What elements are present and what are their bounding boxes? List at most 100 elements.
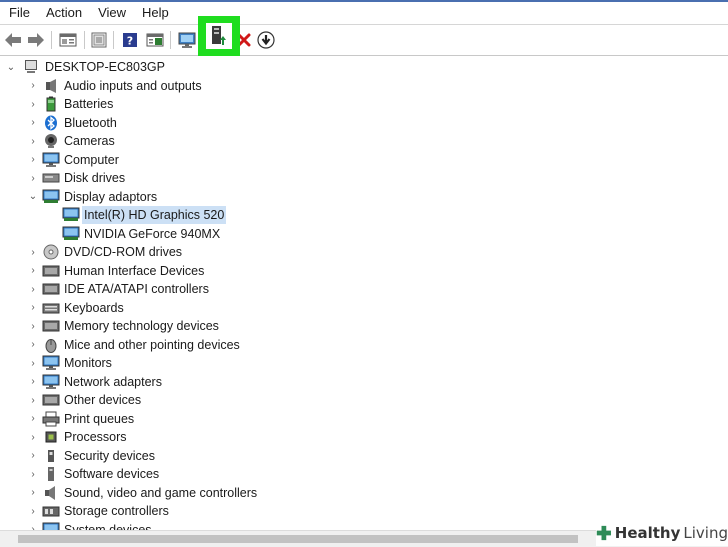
show-hide-console-icon[interactable] bbox=[89, 25, 109, 55]
tree-root-row[interactable]: ⌄ DESKTOP-EC803GP bbox=[0, 58, 728, 76]
tree-category-print-queues[interactable]: › Print queues bbox=[0, 410, 728, 428]
tree-device-label: Intel(R) HD Graphics 520 bbox=[82, 206, 227, 224]
expand-chevron-icon[interactable]: › bbox=[28, 262, 38, 280]
expand-chevron-icon[interactable]: › bbox=[28, 169, 38, 187]
expand-chevron-icon[interactable]: › bbox=[28, 484, 38, 502]
tree-category-computer[interactable]: › Computer bbox=[0, 151, 728, 169]
collapse-chevron-icon[interactable]: ⌄ bbox=[6, 58, 16, 76]
tree-category-storage-controllers[interactable]: › Storage controllers bbox=[0, 502, 728, 520]
expand-chevron-icon[interactable]: › bbox=[28, 502, 38, 520]
update-driver-icon[interactable] bbox=[206, 23, 232, 49]
action-pane-icon[interactable] bbox=[144, 25, 166, 55]
expand-chevron-icon[interactable]: › bbox=[28, 95, 38, 113]
tree-category-network-adapters[interactable]: › Network adapters bbox=[0, 373, 728, 391]
tree-category-cameras[interactable]: › Cameras bbox=[0, 132, 728, 150]
tree-category-label: Other devices bbox=[64, 393, 142, 407]
tree-category-memory-technology-devices[interactable]: › Memory technology devices bbox=[0, 317, 728, 335]
display-adapter-icon bbox=[62, 225, 80, 243]
computer-icon bbox=[42, 151, 60, 169]
tree-category-bluetooth[interactable]: › Bluetooth bbox=[0, 114, 728, 132]
tree-category-dvd-cd-rom-drives[interactable]: › DVD/CD-ROM drives bbox=[0, 243, 728, 261]
tree-category-label: Cameras bbox=[64, 134, 115, 148]
tree-category-label: Software devices bbox=[64, 467, 160, 481]
keyboard-icon bbox=[42, 299, 60, 317]
expand-chevron-icon[interactable]: › bbox=[28, 521, 38, 530]
forward-arrow-icon[interactable] bbox=[26, 25, 46, 55]
display-adapter-icon bbox=[42, 188, 60, 206]
tree-category-software-devices[interactable]: › Software devices bbox=[0, 465, 728, 483]
tree-category-keyboards[interactable]: › Keyboards bbox=[0, 299, 728, 317]
properties-icon[interactable] bbox=[57, 25, 79, 55]
tree-category-audio-inputs-and-outputs[interactable]: › Audio inputs and outputs bbox=[0, 77, 728, 95]
expand-chevron-icon[interactable]: › bbox=[28, 280, 38, 298]
tree-category-label: Sound, video and game controllers bbox=[64, 485, 258, 500]
tree-category-mice-and-other-pointing-devices[interactable]: › Mice and other pointing devices bbox=[0, 336, 728, 354]
expand-chevron-icon[interactable]: › bbox=[28, 447, 38, 465]
menu-file[interactable]: File bbox=[0, 2, 38, 24]
menu-view[interactable]: View bbox=[90, 2, 134, 24]
tree-category-label: System devices bbox=[64, 522, 152, 531]
expand-chevron-icon[interactable]: › bbox=[28, 336, 38, 354]
expand-chevron-icon[interactable]: › bbox=[28, 391, 38, 409]
tree-category-label: Print queues bbox=[64, 411, 135, 426]
menu-bar: File Action View Help bbox=[0, 2, 728, 24]
expand-chevron-icon[interactable]: › bbox=[28, 132, 38, 150]
tree-category-sound-video-and-game-controllers[interactable]: › Sound, video and game controllers bbox=[0, 484, 728, 502]
tree-category-label: Keyboards bbox=[64, 300, 124, 315]
collapse-chevron-icon[interactable]: ⌄ bbox=[28, 188, 38, 206]
menu-action[interactable]: Action bbox=[38, 2, 90, 24]
tree-category-display-adaptors[interactable]: ⌄ Display adaptors bbox=[0, 188, 728, 206]
processor-icon bbox=[42, 428, 60, 446]
hid-icon bbox=[42, 262, 60, 280]
tree-device-row[interactable]: NVIDIA GeForce 940MX bbox=[0, 225, 728, 243]
monitor-icon bbox=[42, 354, 60, 372]
toolbar-separator bbox=[51, 31, 52, 49]
tree-category-security-devices[interactable]: › Security devices bbox=[0, 447, 728, 465]
memory-icon bbox=[42, 317, 60, 335]
expand-chevron-icon[interactable]: › bbox=[28, 151, 38, 169]
tree-category-label: Network adapters bbox=[64, 374, 162, 389]
tree-category-other-devices[interactable]: › Other devices bbox=[0, 391, 728, 409]
help-icon[interactable]: ? bbox=[120, 25, 140, 55]
tree-category-processors[interactable]: › Processors bbox=[0, 428, 728, 446]
expand-chevron-icon[interactable]: › bbox=[28, 428, 38, 446]
scrollbar-thumb[interactable] bbox=[18, 535, 578, 543]
menu-help[interactable]: Help bbox=[134, 2, 177, 24]
tree-category-ide-ata-atapi-controllers[interactable]: › IDE ATA/ATAPI controllers bbox=[0, 280, 728, 298]
expand-chevron-icon[interactable]: › bbox=[28, 77, 38, 95]
expand-chevron-icon[interactable]: › bbox=[28, 243, 38, 261]
toolbar-separator bbox=[170, 31, 171, 49]
expand-chevron-icon[interactable]: › bbox=[28, 410, 38, 428]
expand-chevron-icon[interactable]: › bbox=[28, 354, 38, 372]
scan-hardware-icon[interactable] bbox=[175, 25, 199, 55]
expand-chevron-icon[interactable]: › bbox=[28, 465, 38, 483]
software-icon bbox=[42, 465, 60, 483]
tree-device-label: NVIDIA GeForce 940MX bbox=[84, 226, 221, 241]
watermark-brand-bold: Healthy bbox=[614, 524, 681, 542]
expand-chevron-icon[interactable]: › bbox=[28, 114, 38, 132]
expand-chevron-icon[interactable]: › bbox=[28, 299, 38, 317]
other-devices-icon bbox=[42, 391, 60, 409]
dvd-drive-icon bbox=[42, 243, 60, 261]
tree-category-label: Display adaptors bbox=[64, 189, 158, 204]
tree-category-label: Storage controllers bbox=[64, 504, 169, 518]
speaker-icon bbox=[42, 77, 60, 95]
computer-root-icon bbox=[22, 58, 40, 76]
display-adapter-icon bbox=[62, 206, 80, 224]
back-arrow-icon[interactable] bbox=[3, 25, 23, 55]
expand-chevron-icon[interactable]: › bbox=[28, 317, 38, 335]
tree-category-label: Security devices bbox=[64, 448, 156, 463]
tree-category-label: Computer bbox=[64, 152, 119, 167]
tree-device-row[interactable]: Intel(R) HD Graphics 520 bbox=[0, 206, 728, 224]
tree-category-monitors[interactable]: › Monitors bbox=[0, 354, 728, 372]
toolbar-separator bbox=[113, 31, 114, 49]
disable-device-icon[interactable] bbox=[255, 25, 277, 55]
tree-category-label: Monitors bbox=[64, 356, 112, 370]
tree-category-batteries[interactable]: › Batteries bbox=[0, 95, 728, 113]
tree-category-human-interface-devices[interactable]: › Human Interface Devices bbox=[0, 262, 728, 280]
printer-icon bbox=[42, 410, 60, 428]
expand-chevron-icon[interactable]: › bbox=[28, 373, 38, 391]
tree-category-disk-drives[interactable]: › Disk drives bbox=[0, 169, 728, 187]
device-tree: ⌄ DESKTOP-EC803GP › Audio inputs and outp… bbox=[0, 56, 728, 530]
storage-icon bbox=[42, 502, 60, 520]
